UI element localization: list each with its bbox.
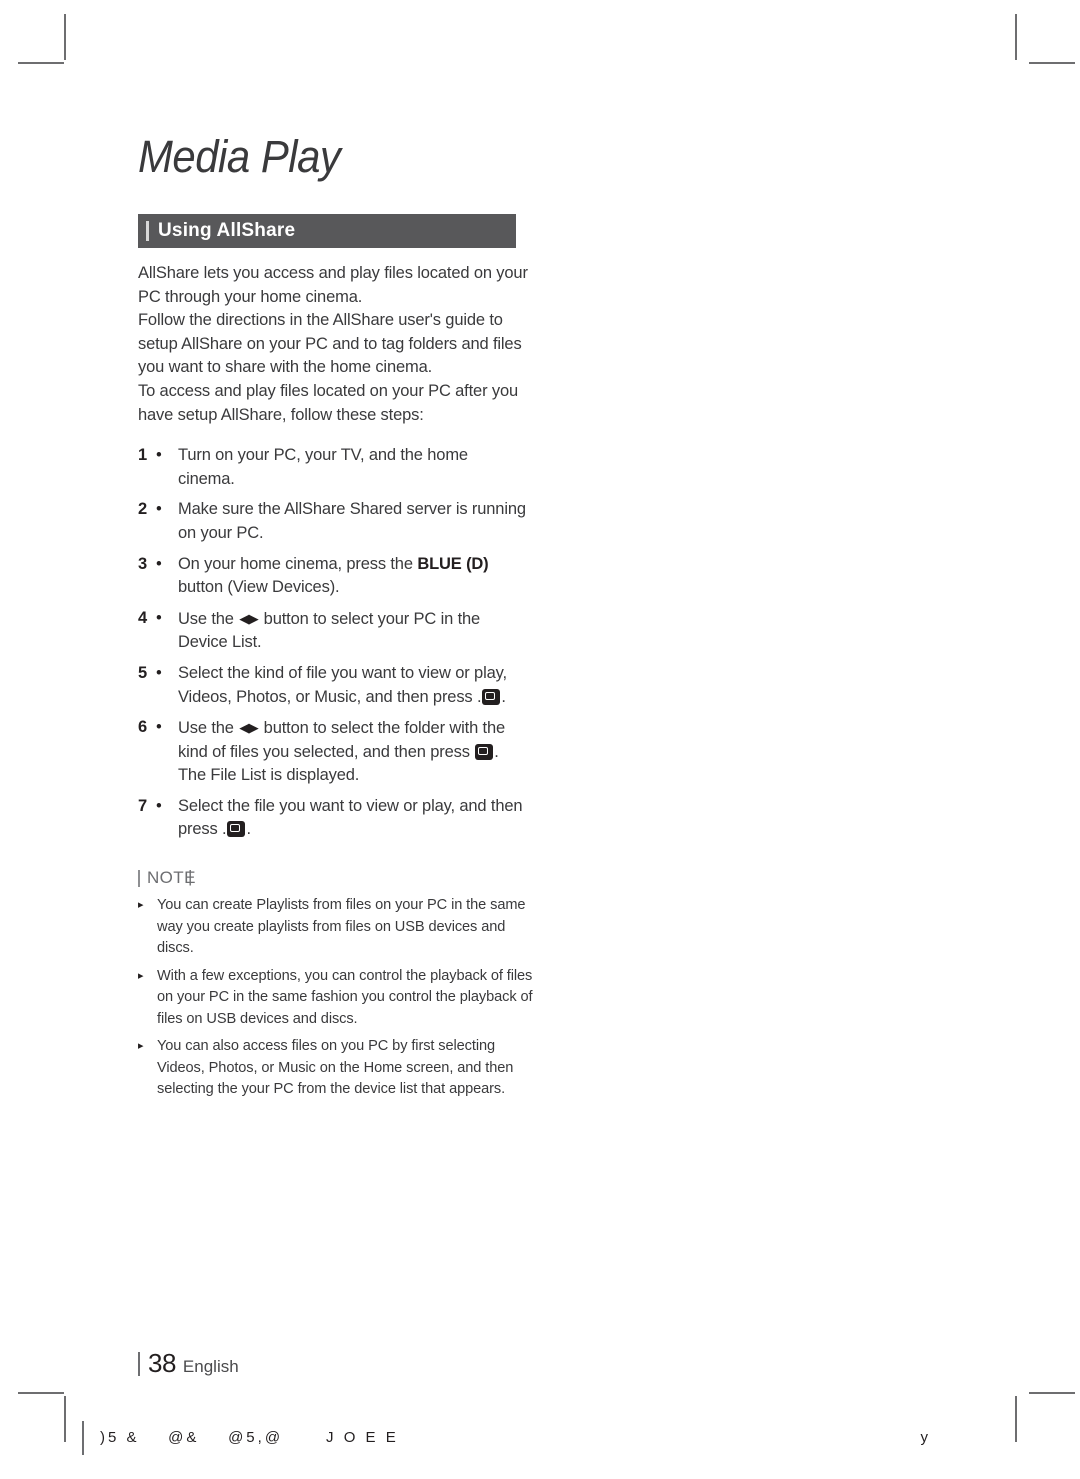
step-text: Use the ◀▶ button to select the folder w… [178, 716, 528, 788]
step-text: On your home cinema, press the BLUE (D) … [178, 553, 528, 600]
step-separator: • [156, 796, 162, 815]
step-item: 1 • Turn on your PC, your TV, and the home… [138, 444, 528, 491]
page-number: 38 [148, 1348, 176, 1378]
manual-page: Media Play Using AllShare AllShare lets … [138, 0, 978, 1479]
step-item: 4 • Use the ◀▶ button to select your PC in… [138, 607, 528, 655]
print-strip-right-mark: y [920, 1429, 929, 1446]
crop-mark-top-left-vertical [64, 14, 66, 60]
note-item: ▸ You can create Playlists from files on … [138, 895, 538, 960]
note-bullet-icon: ▸ [138, 969, 144, 982]
step-text: Use the ◀▶ button to select your PC in t… [178, 607, 528, 655]
step-item: 3 • On your home cinema, press the BLUE (D… [138, 553, 528, 600]
note-item: ▸ With a few exceptions, you can control … [138, 966, 538, 1031]
step-separator: • [156, 500, 162, 519]
crop-mark-bottom-left-vertical [64, 1396, 66, 1442]
crop-mark-top-left-horizontal [18, 62, 64, 64]
note-items-list: ▸ You can create Playlists from files on … [138, 895, 538, 1101]
left-right-arrows-icon: ◀▶ [239, 610, 259, 626]
section-title: Using AllShare [158, 220, 296, 241]
section-accent-rule [146, 221, 149, 241]
step-text-tail: . [222, 820, 227, 839]
note-label: NOTE [147, 867, 196, 888]
step-text: Select the kind of file you want to view… [178, 663, 507, 706]
step-number: 6 [138, 718, 148, 737]
note-rule [138, 869, 140, 887]
step-text-lead: Turn on your PC, your TV, and the home c… [178, 446, 468, 488]
left-right-arrows-icon: ◀▶ [239, 720, 259, 736]
crop-mark-bottom-right-vertical [1015, 1396, 1017, 1442]
step-separator: • [156, 446, 162, 465]
body-column: AllShare lets you access and play files … [138, 262, 533, 1107]
step-text: Select the file you want to view or play… [178, 796, 523, 839]
chapter-title: Media Play [138, 131, 341, 182]
step-number: 2 [138, 500, 148, 519]
section-header-bar: Using AllShare [138, 214, 516, 248]
crop-mark-bottom-left-horizontal [18, 1392, 64, 1394]
intro-paragraph-3: To access and play files located on your… [138, 381, 519, 424]
page-footer-rule [138, 1352, 140, 1376]
note-item-text: With a few exceptions, you can control t… [157, 967, 533, 1027]
note-bullet-icon: ▸ [138, 1040, 144, 1053]
note-bullet-icon: ▸ [138, 899, 144, 912]
step-item: 2 • Make sure the AllShare Shared server i… [138, 498, 528, 545]
step-separator: • [156, 554, 162, 573]
intro-paragraph-2: Follow the directions in the AllShare us… [138, 311, 522, 377]
step-item: 5 • Select the kind of file you want to vi… [138, 662, 528, 709]
numbered-steps-list: 1 • Turn on your PC, your TV, and the home… [138, 444, 528, 842]
step-text-lead: Select the kind of file you want to view… [178, 663, 507, 706]
step-text-lead: Use the [178, 609, 239, 628]
step-separator: • [156, 663, 162, 682]
step-separator: • [156, 608, 162, 627]
step-item: 7 • Select the file you want to view or pl… [138, 795, 528, 842]
step-item: 6 • Use the ◀▶ button to select the folder… [138, 716, 528, 788]
step-text-lead: On your home cinema, press the [178, 554, 418, 573]
crop-mark-top-right-horizontal [1029, 62, 1075, 64]
note-item-text: You can create Playlists from files on y… [157, 897, 526, 957]
page-language: English [182, 1357, 239, 1376]
step-text: Make sure the AllShare Shared server is … [178, 498, 528, 545]
enter-button-icon [475, 743, 494, 760]
intro-paragraph-1: AllShare lets you access and play files … [138, 264, 528, 306]
crop-mark-bottom-right-horizontal [1029, 1392, 1075, 1394]
step-number: 7 [138, 796, 148, 815]
step-text-lead: Make sure the AllShare Shared server is … [178, 500, 526, 542]
step-text: Turn on your PC, your TV, and the home c… [178, 444, 528, 491]
print-strip-rule [82, 1421, 84, 1455]
crop-mark-top-right-vertical [1015, 14, 1017, 60]
enter-button-icon [482, 688, 501, 705]
step-text-emphasis: BLUE (D) [417, 554, 489, 573]
step-text-tail: . [476, 687, 482, 706]
step-number: 4 [138, 608, 148, 627]
step-number: 1 [138, 446, 148, 465]
step-text-tail: button (View Devices). [178, 578, 340, 597]
step-number: 3 [138, 554, 148, 573]
print-registration-strip: )5 & @& @5,@ J O E E y [82, 1421, 1000, 1455]
note-item-text: You can also access files on you PC by f… [157, 1038, 514, 1098]
step-separator: • [156, 718, 162, 737]
note-heading: NOTE [138, 867, 538, 888]
note-block: NOTE ▸ You can create Playlists from file… [138, 867, 538, 1101]
note-item: ▸ You can also access files on you PC by … [138, 1036, 538, 1101]
step-number: 5 [138, 663, 148, 682]
page-footer: 38 English [138, 1348, 239, 1379]
enter-button-icon [227, 821, 246, 838]
step-text-lead: Use the [178, 719, 239, 738]
print-strip-code: )5 & @& @5,@ J O E E [100, 1429, 399, 1446]
